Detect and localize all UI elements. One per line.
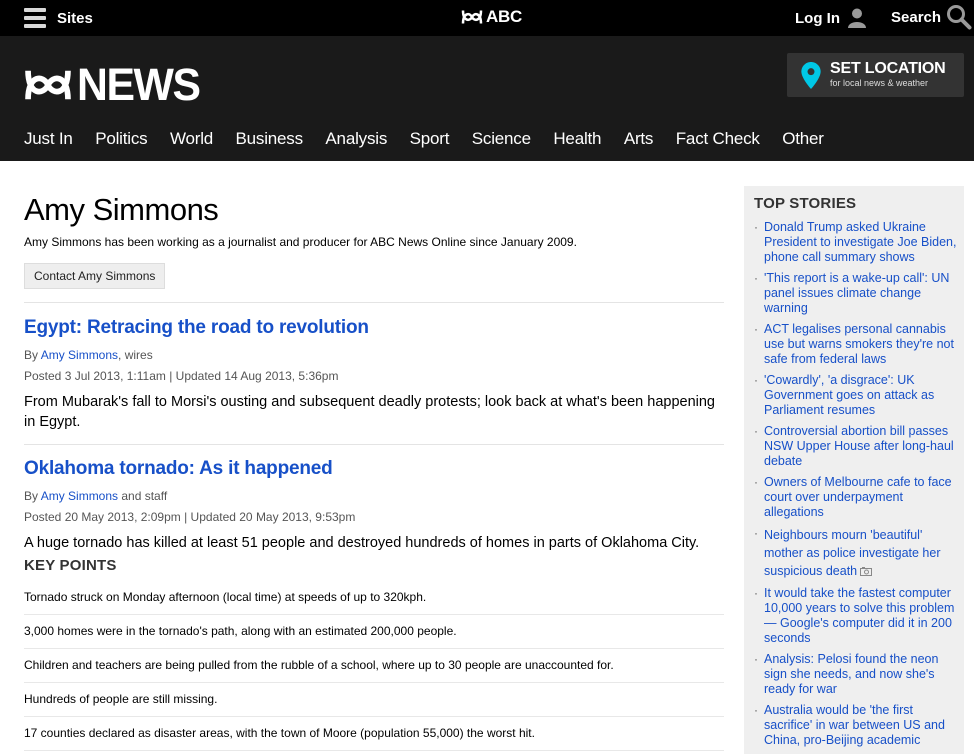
article-title-link[interactable]: Oklahoma tornado: As it happened [24,457,333,481]
nav-sport[interactable]: Sport [410,129,450,149]
byline-suffix: , wires [118,348,153,362]
user-icon [848,8,866,28]
list-item: · Neighbours mourn 'beautiful' mother as … [754,526,941,578]
key-point-item: Children and teachers are being pulled f… [24,658,614,672]
list-item: · 'Cowardly', 'a disgrace': UK Government… [754,373,959,418]
main-nav: Just In Politics World Business Analysis… [24,129,846,149]
search-icon [947,5,972,30]
list-item: · It would take the fastest computer 10,0… [754,586,959,646]
top-stories-sidebar: TOP STORIES · Donald Trump asked Ukraine … [744,186,964,754]
key-points-heading: KEY POINTS [24,557,117,574]
search-label: Search [891,8,942,26]
abc-wordmark: ABC [486,7,522,26]
abc-logo-icon [25,70,71,99]
top-story-link[interactable]: Owners of Melbourne cafe to face court o… [764,475,959,520]
abc-news-logo[interactable]: NEWS [22,62,206,107]
camera-icon [860,567,873,576]
set-location-button[interactable]: SET LOCATION for local news & weather [787,53,964,97]
contact-author-button[interactable]: Contact Amy Simmons [24,263,166,289]
nav-business[interactable]: Business [236,129,304,149]
abc-logo-icon [461,10,483,24]
sites-label: Sites [57,9,93,27]
nav-fact-check[interactable]: Fact Check [676,129,760,149]
article-summary: From Mubarak's fall to Morsi's ousting a… [24,394,716,430]
list-item: · Australia would be 'the first sacrifice… [754,703,959,748]
article-summary: A huge tornado has killed at least 51 pe… [24,535,700,551]
byline-suffix: and staff [118,489,168,503]
search-button[interactable]: Search [891,4,972,30]
top-story-link[interactable]: Neighbours mourn 'beautiful' mother as p… [764,528,940,578]
nav-just-in[interactable]: Just In [24,129,73,149]
sites-menu-button[interactable]: Sites [24,6,93,30]
list-item: · ACT legalises personal cannabis use but… [754,322,959,367]
article-dates: Posted 3 Jul 2013, 1:11am | Updated 14 A… [24,369,339,383]
nav-world[interactable]: World [170,129,213,149]
menu-icon [24,8,46,28]
news-header: NEWS SET LOCATION for local news & weath… [0,36,974,161]
author-name: Amy Simmons [24,192,219,227]
top-stories-heading: TOP STORIES [754,195,857,212]
list-item: · Donald Trump asked Ukraine President to… [754,220,959,265]
list-item: · Owners of Melbourne cafe to face court … [754,475,959,520]
key-point-item: 17 counties declared as disaster areas, … [24,726,535,740]
top-story-link[interactable]: 'Cowardly', 'a disgrace': UK Government … [764,373,959,418]
top-stories-list: · Donald Trump asked Ukraine President to… [754,220,959,754]
top-story-link[interactable]: Donald Trump asked Ukraine President to … [764,220,959,265]
login-button[interactable]: Log In [795,6,866,30]
nav-science[interactable]: Science [472,129,531,149]
divider [24,682,724,683]
author-link[interactable]: Amy Simmons [41,348,118,362]
main-content: Amy Simmons Amy Simmons has been working… [24,191,724,751]
list-item: · Controversial abortion bill passes NSW … [754,424,959,469]
top-story-link[interactable]: Australia would be 'the first sacrifice'… [764,703,959,748]
key-point-item: Tornado struck on Monday afternoon (loca… [24,590,427,604]
top-story-link[interactable]: Controversial abortion bill passes NSW U… [764,424,959,469]
key-point-item: Hundreds of people are still missing. [24,692,218,706]
top-bar: Sites ABC Log In Search [0,0,974,36]
divider [24,614,724,615]
article-byline: By Amy Simmons and staff [24,489,724,503]
location-pin-icon [801,61,821,89]
nav-arts[interactable]: Arts [624,129,654,149]
set-location-subtitle: for local news & weather [830,78,929,88]
divider [24,716,724,717]
article-item: Oklahoma tornado: As it happened By Amy … [24,445,724,751]
byline-prefix: By [24,489,39,503]
byline-prefix: By [24,348,39,362]
key-point-item: 3,000 homes were in the tornado's path, … [24,624,457,638]
divider [24,648,724,649]
article-title-link[interactable]: Egypt: Retracing the road to revolution [24,316,369,340]
article-byline: By Amy Simmons, wires [24,348,724,362]
top-story-link[interactable]: 'This report is a wake-up call': UN pane… [764,271,959,316]
nav-other[interactable]: Other [782,129,824,149]
set-location-title: SET LOCATION [830,60,946,77]
abc-home-link[interactable]: ABC [461,7,522,27]
top-story-link[interactable]: ACT legalises personal cannabis use but … [764,322,959,367]
list-item: · Analysis: Pelosi found the neon sign sh… [754,652,959,697]
nav-analysis[interactable]: Analysis [325,129,387,149]
top-story-link[interactable]: Analysis: Pelosi found the neon sign she… [764,652,959,697]
nav-health[interactable]: Health [553,129,601,149]
author-link[interactable]: Amy Simmons [41,489,118,503]
author-bio: Amy Simmons has been working as a journa… [24,235,577,249]
article-item: Egypt: Retracing the road to revolution … [24,303,724,432]
article-dates: Posted 20 May 2013, 2:09pm | Updated 20 … [24,510,356,524]
nav-politics[interactable]: Politics [95,129,147,149]
news-wordmark: NEWS [77,59,201,110]
login-label: Log In [795,9,840,27]
list-item: · 'This report is a wake-up call': UN pan… [754,271,959,316]
divider [24,750,724,751]
top-story-link[interactable]: It would take the fastest computer 10,00… [764,586,959,646]
